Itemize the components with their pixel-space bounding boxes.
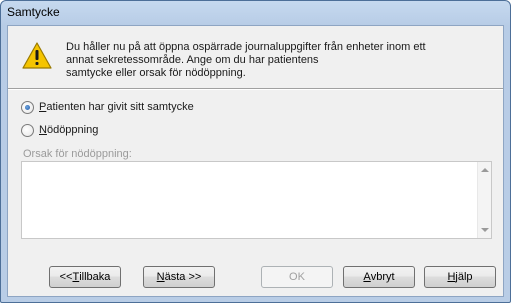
emergency-radio[interactable]: [21, 123, 34, 137]
scroll-up-icon[interactable]: [481, 168, 489, 172]
emergency-option[interactable]: Nödöppning: [21, 122, 98, 138]
ok-button[interactable]: OK: [261, 266, 333, 288]
dialog-content: Du håller nu på att öppna ospärrade jour…: [7, 25, 504, 297]
dialog-window: Samtycke Du håller nu på att öppna ospär…: [0, 0, 511, 303]
reason-label: Orsak för nödöppning:: [23, 148, 132, 160]
window-title: Samtycke: [7, 5, 60, 19]
reason-scrollbar[interactable]: [477, 162, 491, 238]
message-area: Du håller nu på att öppna ospärrade jour…: [8, 26, 503, 85]
consent-radio[interactable]: [21, 100, 34, 114]
message-line: Du håller nu på att öppna ospärrade jour…: [66, 41, 426, 53]
help-button[interactable]: Hjälp: [424, 266, 496, 288]
consent-option[interactable]: Patienten har givit sitt samtycke: [21, 99, 194, 115]
message-line: annat sekretessområde. Ange om du har pa…: [66, 54, 319, 66]
reason-textarea[interactable]: [21, 161, 492, 239]
separator: [8, 88, 503, 90]
message-text: Du håller nu på att öppna ospärrade jour…: [66, 41, 466, 80]
title-bar[interactable]: Samtycke: [1, 1, 510, 25]
emergency-label[interactable]: Nödöppning: [39, 124, 98, 136]
cancel-button[interactable]: Avbryt: [343, 266, 415, 288]
scroll-down-icon[interactable]: [481, 228, 489, 232]
warning-icon: [22, 42, 52, 69]
next-button[interactable]: Nästa >>: [143, 266, 215, 288]
consent-label[interactable]: Patienten har givit sitt samtycke: [39, 101, 194, 113]
message-line: samtycke eller orsak för nödöppning.: [66, 67, 246, 79]
back-button[interactable]: << Tillbaka: [49, 266, 121, 288]
